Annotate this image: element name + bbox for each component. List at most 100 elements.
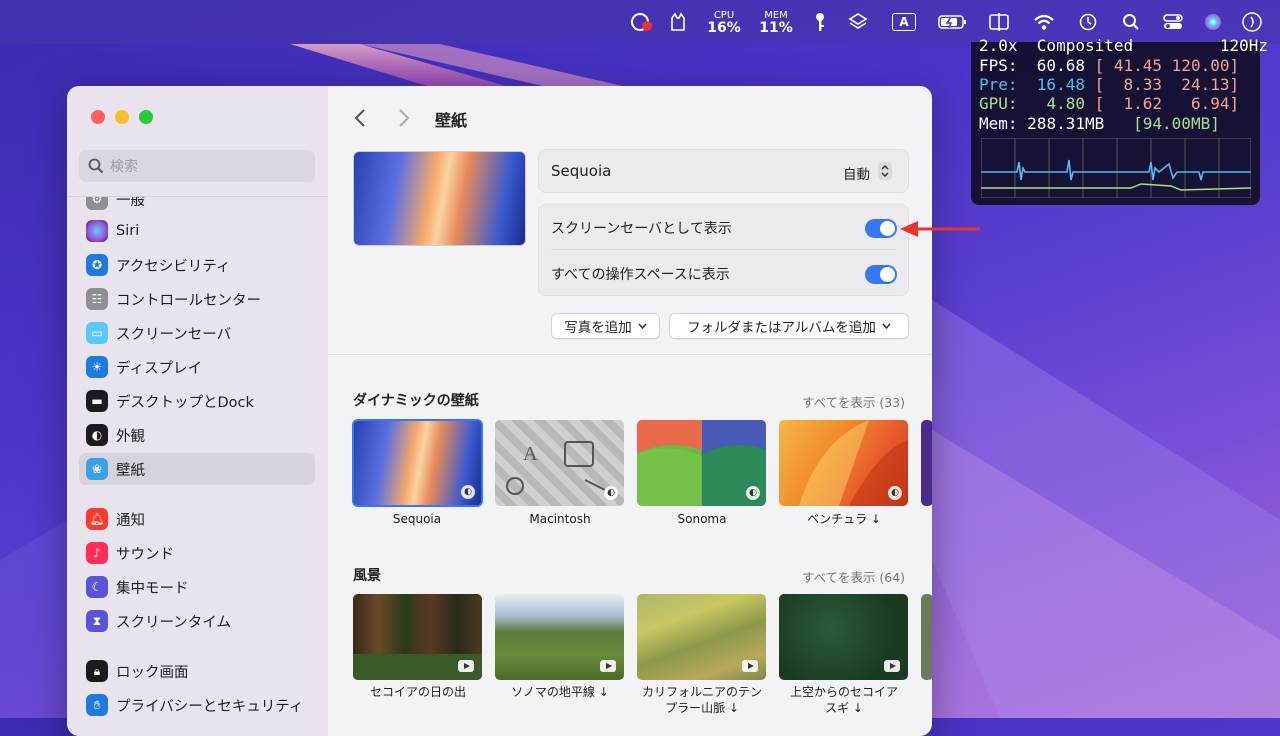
sidebar-item-label: コントロールセンター	[116, 292, 261, 309]
sidebar-item-label: アクセシビリティ	[116, 258, 231, 275]
search-icon	[88, 158, 104, 174]
display-icon: ☀	[86, 356, 108, 378]
sidebar-item-label: 外観	[116, 428, 145, 445]
back-chevron-icon[interactable]	[354, 108, 366, 128]
pre-range: [ 8.33 24.13]	[1094, 75, 1240, 94]
hud-mem-row: Mem: 288.31MB [94.00MB]	[979, 114, 1220, 133]
performance-hud: 2.0x Composited 120Hz FPS: 60.68 [ 41.45…	[971, 36, 1268, 205]
notifications-icon: 🔔︎	[86, 508, 108, 530]
sidebar-item-desktop-dock[interactable]: ▬ デスクトップとDock	[79, 385, 315, 417]
pre-value: 16.48	[1036, 75, 1085, 94]
minimize-button[interactable]	[115, 110, 129, 124]
page-title: 壁紙	[435, 111, 468, 130]
sidebar-item-control-center[interactable]: ☷ コントロールセンター	[79, 283, 315, 315]
sidebar-item-label: スクリーンセーバ	[116, 326, 232, 343]
sidebar-item-lock-screen[interactable]: 🔒︎ ロック画面	[79, 655, 315, 687]
screen-record-icon[interactable]	[624, 0, 658, 44]
screensaver-icon: ▭	[86, 322, 108, 344]
hud-gpu-row: GPU: 4.80 [ 1.62 6.94]	[979, 94, 1239, 113]
siri-icon	[86, 220, 108, 242]
sidebar-item-general[interactable]: ⚙ 一般	[79, 197, 315, 215]
landscape-section-title: 風景	[353, 568, 381, 584]
sidebar-item-privacy[interactable]: ✋︎ プライバシーとセキュリティ	[79, 689, 315, 721]
landscape-thumb-temblor-range[interactable]	[637, 594, 766, 680]
wallpaper-thumb-sequoia[interactable]: ◐	[352, 419, 483, 507]
all-spaces-toggle[interactable]	[865, 265, 897, 284]
options-card: スクリーンセーバとして表示 すべての操作スペースに表示	[538, 204, 909, 296]
search-placeholder: 検索	[110, 159, 138, 175]
gear-icon: ⚙	[86, 197, 108, 210]
add-photo-button[interactable]: 写真を追加	[551, 313, 660, 339]
sidebar-item-label: 集中モード	[116, 580, 189, 597]
sidebar-item-appearance[interactable]: ◐ 外観	[79, 419, 315, 451]
wallpaper-icon: ❀	[86, 458, 108, 480]
updown-chevron-icon[interactable]	[878, 162, 892, 180]
add-folder-button[interactable]: フォルダまたはアルバムを追加	[669, 313, 909, 339]
wallpaper-thumb-sonoma[interactable]: ◐	[637, 420, 766, 506]
focus-icon: ☾	[86, 576, 108, 598]
sidebar-item-sound[interactable]: ♪ サウンド	[79, 537, 315, 569]
sidebar-item-screensaver[interactable]: ▭ スクリーンセーバ	[79, 317, 315, 349]
wallpaper-selector-card[interactable]: Sequoia 自動	[538, 149, 909, 193]
wallpaper-thumb-ventura[interactable]: ◐	[779, 420, 908, 506]
gpu-label: GPU:	[979, 94, 1018, 113]
sidebar-item-label: ディスプレイ	[116, 360, 202, 377]
dynamic-show-all-link[interactable]: すべてを表示 (33)	[802, 392, 905, 411]
add-folder-label: フォルダまたはアルバムを追加	[687, 320, 876, 336]
cpu-meter[interactable]: CPU 16%	[698, 0, 750, 44]
content-pane: 壁紙 Sequoia 自動 スクリーンセーバとして表示 すべての操作スペースに表…	[328, 86, 932, 736]
sidebar-item-label: 壁紙	[116, 462, 145, 479]
pre-label: Pre:	[979, 75, 1018, 94]
screensaver-option-label: スクリーンセーバとして表示	[551, 221, 732, 237]
dynamic-section-title: ダイナミックの壁紙	[353, 393, 479, 409]
add-photo-label: 写真を追加	[564, 320, 632, 336]
annotation-arrow-icon	[900, 221, 980, 237]
hud-graph	[981, 138, 1251, 198]
sidebar-item-notifications[interactable]: 🔔︎ 通知	[79, 503, 315, 535]
dynamic-badge-icon: ◐	[888, 486, 902, 500]
sidebar-item-accessibility[interactable]: ✪ アクセシビリティ	[79, 249, 315, 281]
landscape-show-all-link[interactable]: すべてを表示 (64)	[802, 567, 905, 586]
mem-meter[interactable]: MEM 11%	[750, 0, 802, 44]
search-field[interactable]: 検索	[79, 150, 315, 182]
sidebar-item-wallpaper[interactable]: ❀ 壁紙	[79, 453, 315, 485]
options-divider	[551, 249, 896, 250]
landscape-thumb-sequoia-aerial[interactable]	[779, 594, 908, 680]
input-source-icon[interactable]: A	[878, 0, 930, 44]
fps-value: 60.68	[1036, 56, 1085, 75]
forward-chevron-icon[interactable]	[398, 108, 410, 128]
layers-icon[interactable]	[838, 0, 878, 44]
landscape-thumb-sequoia-sunrise[interactable]	[353, 594, 482, 680]
mode-value: 自動	[843, 167, 870, 183]
wallpaper-label: Sonoma	[677, 512, 727, 526]
fps-label: FPS:	[979, 56, 1018, 75]
wallpaper-thumb-partial[interactable]	[921, 420, 932, 506]
sidebar-item-screen-time[interactable]: ⧗ スクリーンタイム	[79, 605, 315, 637]
hud-header: 2.0x Composited 120Hz	[979, 36, 1268, 55]
sound-icon: ♪	[86, 542, 108, 564]
sidebar-item-siri[interactable]: Siri	[79, 215, 315, 247]
chevron-down-icon	[638, 323, 647, 329]
landscape-label: セコイアの日の出	[369, 685, 466, 699]
current-wallpaper-preview[interactable]	[353, 151, 526, 246]
wallpaper-label: ベンチュラ ↓	[807, 512, 881, 526]
cat-icon[interactable]	[658, 0, 698, 44]
close-button[interactable]	[91, 110, 105, 124]
key-icon[interactable]	[802, 0, 838, 44]
sidebar-item-focus[interactable]: ☾ 集中モード	[79, 571, 315, 603]
landscape-thumb-partial[interactable]	[921, 594, 932, 680]
sidebar-item-display[interactable]: ☀ ディスプレイ	[79, 351, 315, 383]
mem-hud-label: Mem:	[979, 114, 1018, 133]
wallpaper-thumb-macintosh[interactable]: A ◐	[495, 420, 624, 506]
battery-icon[interactable]	[930, 0, 976, 44]
control-center-icon: ☷	[86, 288, 108, 310]
accessibility-icon: ✪	[86, 254, 108, 276]
zoom-button[interactable]	[139, 110, 153, 124]
video-play-icon	[600, 660, 616, 672]
sidebar-item-label: サウンド	[116, 546, 174, 563]
screensaver-toggle[interactable]	[865, 219, 897, 238]
gpu-range: [ 1.62 6.94]	[1094, 94, 1240, 113]
landscape-label: ソノマの地平線 ↓	[511, 685, 609, 699]
chevron-down-icon	[882, 323, 891, 329]
landscape-thumb-sonoma-horizon[interactable]	[495, 594, 624, 680]
